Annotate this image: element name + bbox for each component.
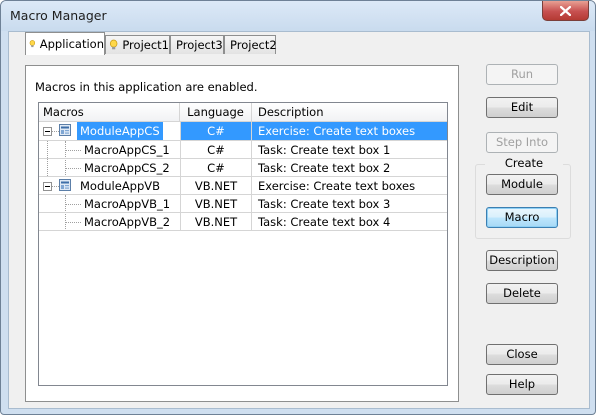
tab-label: Project2 bbox=[230, 38, 277, 52]
macro-button[interactable]: Macro bbox=[486, 207, 558, 228]
edit-button[interactable]: Edit bbox=[486, 97, 558, 118]
table-row[interactable]: MacroAppVB_2 VB.NET Task: Create text bo… bbox=[39, 213, 447, 231]
language-cell: C# bbox=[180, 141, 252, 159]
language-cell: VB.NET bbox=[180, 195, 252, 213]
macro-manager-window: Macro Manager Application Project1 Proje… bbox=[0, 0, 596, 415]
run-button[interactable]: Run bbox=[486, 64, 558, 85]
column-header-language[interactable]: Language bbox=[180, 103, 252, 121]
table-row[interactable]: ModuleAppVB VB.NET Exercise: Create text… bbox=[39, 177, 447, 195]
application-tab-panel: Macros in this application are enabled. … bbox=[25, 65, 459, 402]
tab-label: Application bbox=[39, 37, 104, 51]
macro-name: ModuleAppVB bbox=[80, 179, 161, 193]
description-cell: Exercise: Create text boxes bbox=[258, 179, 416, 193]
macro-name: MacroAppVB_1 bbox=[84, 197, 171, 211]
dialog-client-area: Application Project1 Project3 Project2 M… bbox=[8, 31, 590, 409]
description-cell: Task: Create text box 2 bbox=[258, 161, 391, 175]
macro-name: ModuleAppCS bbox=[77, 122, 163, 140]
description-cell: Task: Create text box 1 bbox=[258, 143, 391, 157]
step-into-button[interactable]: Step Into bbox=[486, 132, 558, 153]
column-header-macros[interactable]: Macros bbox=[39, 103, 180, 121]
title-bar[interactable]: Macro Manager bbox=[1, 1, 595, 31]
table-row[interactable]: MacroAppCS_2 C# Task: Create text box 2 bbox=[39, 159, 447, 177]
close-button[interactable]: Close bbox=[486, 344, 558, 365]
close-icon bbox=[560, 5, 571, 16]
table-row[interactable]: ModuleAppCS C# Exercise: Create text box… bbox=[39, 122, 447, 140]
tab-project2[interactable]: Project2 bbox=[224, 35, 277, 54]
tab-application[interactable]: Application bbox=[25, 32, 105, 55]
table-row[interactable]: MacroAppCS_1 C# Task: Create text box 1 bbox=[39, 141, 447, 159]
macro-name: MacroAppCS_2 bbox=[84, 161, 170, 175]
create-group-label: Create bbox=[485, 156, 563, 170]
window-title: Macro Manager bbox=[10, 8, 107, 23]
macro-name-cell: MacroAppCS_1 bbox=[39, 141, 180, 159]
module-button[interactable]: Module bbox=[486, 174, 558, 195]
language-cell: C# bbox=[180, 159, 252, 177]
macros-tree-list[interactable]: Macros Language Description ModuleAppCS … bbox=[38, 102, 448, 386]
lightbulb-icon bbox=[29, 40, 36, 48]
window-close-button[interactable] bbox=[542, 1, 589, 21]
tab-label: Project1 bbox=[122, 38, 169, 52]
language-cell: VB.NET bbox=[180, 177, 252, 195]
delete-button[interactable]: Delete bbox=[486, 283, 558, 304]
macro-name-cell: MacroAppVB_1 bbox=[39, 195, 180, 213]
macro-name-cell: ModuleAppVB bbox=[39, 177, 180, 195]
macro-name-cell: MacroAppCS_2 bbox=[39, 159, 180, 177]
table-row[interactable]: MacroAppVB_1 VB.NET Task: Create text bo… bbox=[39, 195, 447, 213]
macro-name-cell: MacroAppVB_2 bbox=[39, 213, 180, 231]
tab-project1[interactable]: Project1 bbox=[105, 35, 170, 54]
lightbulb-icon bbox=[109, 39, 118, 50]
column-header-description[interactable]: Description bbox=[252, 103, 447, 121]
tab-label: Project3 bbox=[176, 38, 223, 52]
description-cell: Task: Create text box 4 bbox=[258, 215, 391, 229]
list-header: Macros Language Description bbox=[39, 103, 447, 122]
description-cell: Task: Create text box 3 bbox=[258, 197, 391, 211]
macro-name-cell: ModuleAppCS bbox=[39, 122, 180, 140]
description-button[interactable]: Description bbox=[486, 250, 558, 271]
description-cell: Exercise: Create text boxes bbox=[252, 122, 447, 140]
macro-status-text: Macros in this application are enabled. bbox=[35, 80, 258, 94]
language-cell: VB.NET bbox=[180, 213, 252, 231]
row-gridline bbox=[39, 230, 447, 231]
language-cell: C# bbox=[180, 122, 252, 140]
help-button[interactable]: Help bbox=[486, 374, 558, 395]
macro-name: MacroAppCS_1 bbox=[84, 143, 170, 157]
tab-project3[interactable]: Project3 bbox=[170, 35, 224, 54]
macro-name: MacroAppVB_2 bbox=[84, 215, 171, 229]
